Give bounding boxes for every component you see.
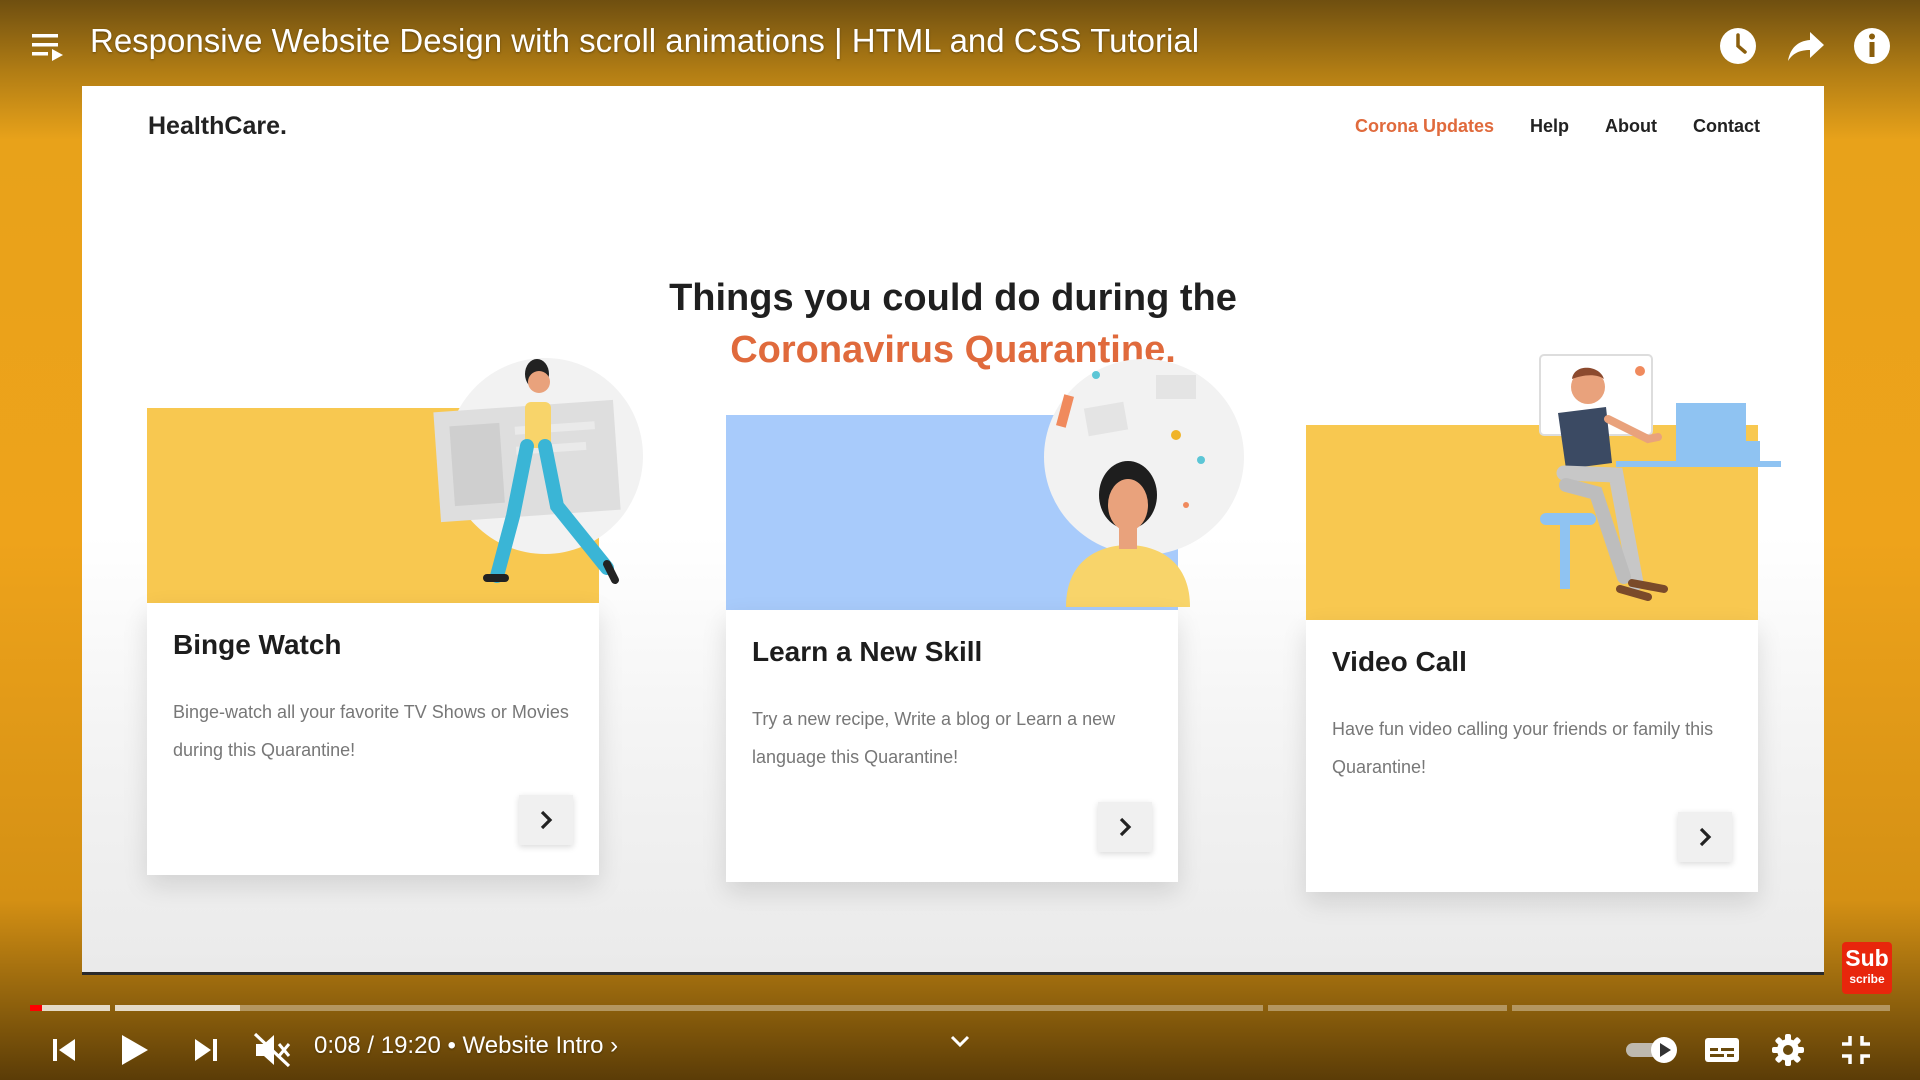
- nav-link-contact[interactable]: Contact: [1693, 116, 1760, 137]
- chapter-segment[interactable]: [1268, 1005, 1507, 1011]
- time-total: 19:20: [380, 1032, 441, 1059]
- card-body-learn-skill: Learn a New Skill Try a new recipe, Writ…: [726, 610, 1178, 882]
- chapter-segment[interactable]: [1512, 1005, 1890, 1011]
- player-controls: 0:08 / 19:20 • Website Intro ›: [0, 1020, 1920, 1080]
- card-title: Video Call: [1332, 646, 1467, 677]
- site-hero-section: Things you could do during the Coronavir…: [82, 178, 1824, 972]
- watch-later-icon[interactable]: [1718, 26, 1758, 66]
- progress-bar[interactable]: [30, 1005, 1890, 1011]
- woman-learning-illustration: [1044, 359, 1244, 607]
- player-top-bar: Responsive Website Design with scroll an…: [0, 0, 1920, 90]
- time-display: 0:08 / 19:20 • Website Intro ›: [314, 1032, 618, 1060]
- settings-icon: [1772, 1034, 1804, 1066]
- card-title: Binge Watch: [173, 629, 342, 660]
- site-nav-links: Corona Updates Help About Contact: [1355, 116, 1760, 137]
- subtitles-button[interactable]: [1700, 1028, 1744, 1072]
- subscribe-watermark[interactable]: Sub scribe: [1842, 942, 1892, 994]
- previous-icon: [53, 1039, 75, 1061]
- chapter-chevron-icon[interactable]: ›: [610, 1032, 618, 1059]
- nav-link-help[interactable]: Help: [1530, 116, 1569, 137]
- card-description: Have fun video calling your friends or f…: [1332, 719, 1714, 777]
- play-icon: [122, 1035, 148, 1065]
- exit-fullscreen-button[interactable]: [1834, 1028, 1878, 1072]
- previous-button[interactable]: [42, 1028, 86, 1072]
- progress-played: [30, 1005, 43, 1011]
- card-arrow-button[interactable]: [1678, 812, 1732, 862]
- card-arrow-button[interactable]: [519, 795, 573, 845]
- chevron-down-icon[interactable]: [946, 1030, 974, 1054]
- next-button[interactable]: [184, 1028, 228, 1072]
- chevron-right-icon: [1119, 817, 1132, 837]
- subscribe-text-top: Sub: [1845, 945, 1889, 971]
- card-title: Learn a New Skill: [752, 636, 983, 667]
- time-current: 0:08: [314, 1032, 361, 1059]
- subscribe-text-bottom: scribe: [1849, 972, 1885, 986]
- mute-icon: [253, 1032, 291, 1068]
- exit-fullscreen-icon: [1842, 1036, 1870, 1064]
- nav-link-corona-updates[interactable]: Corona Updates: [1355, 116, 1494, 137]
- playlist-icon[interactable]: [32, 32, 66, 62]
- man-video-calling-illustration: [1539, 354, 1781, 601]
- info-icon[interactable]: [1852, 26, 1892, 66]
- subtitles-icon: [1705, 1038, 1739, 1062]
- time-separator: /: [367, 1032, 375, 1059]
- card-body-video-call: Video Call Have fun video calling your f…: [1306, 620, 1758, 892]
- chapter-title[interactable]: Website Intro: [463, 1032, 604, 1059]
- next-icon: [195, 1039, 217, 1061]
- settings-button[interactable]: [1766, 1028, 1810, 1072]
- video-title[interactable]: Responsive Website Design with scroll an…: [90, 22, 1199, 60]
- play-button[interactable]: [112, 1028, 156, 1072]
- card-description: Binge-watch all your favorite TV Shows o…: [173, 702, 569, 760]
- buffered-segment: [115, 1005, 240, 1011]
- card-arrow-button[interactable]: [1098, 802, 1152, 852]
- card-description: Try a new recipe, Write a blog or Learn …: [752, 709, 1116, 767]
- chapter-separator: •: [447, 1032, 456, 1059]
- website-preview: HealthCare. Corona Updates Help About Co…: [82, 86, 1824, 975]
- mute-button[interactable]: [250, 1028, 294, 1072]
- chapter-segment[interactable]: [115, 1005, 1263, 1011]
- card-body-binge-watch: Binge Watch Binge-watch all your favorit…: [147, 603, 599, 875]
- site-navbar: HealthCare. Corona Updates Help About Co…: [82, 86, 1824, 178]
- chevron-right-icon: [1699, 827, 1712, 847]
- autoplay-toggle-icon: [1626, 1037, 1677, 1063]
- site-brand-logo[interactable]: HealthCare.: [148, 112, 287, 141]
- autoplay-toggle[interactable]: [1624, 1028, 1680, 1072]
- woman-walking-illustration: [433, 358, 643, 584]
- chevron-right-icon: [540, 810, 553, 830]
- headline-line-1: Things you could do during the: [669, 277, 1237, 319]
- nav-link-about[interactable]: About: [1605, 116, 1657, 137]
- share-icon[interactable]: [1786, 26, 1826, 66]
